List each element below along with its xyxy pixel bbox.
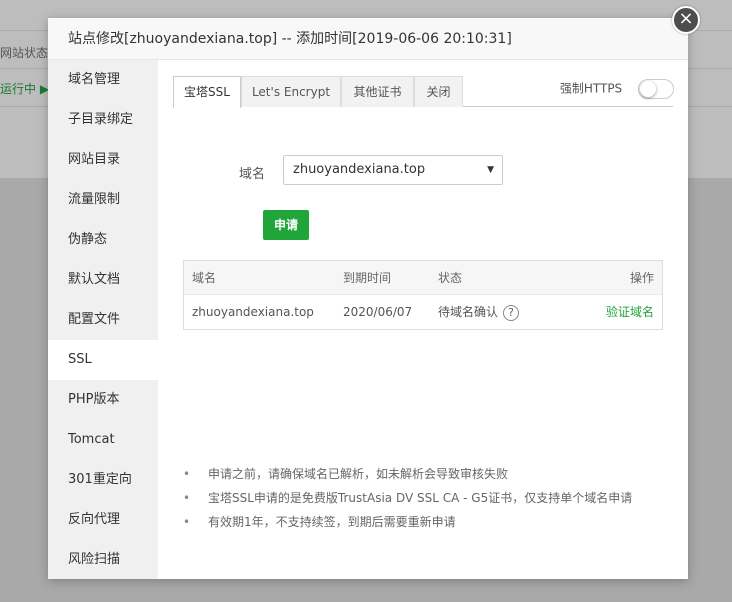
help-icon[interactable]: ? <box>503 304 520 321</box>
apply-button[interactable]: 申请 <box>263 210 309 240</box>
row-domain: zhuoyandexiana.top <box>192 305 314 319</box>
row-status: 待域名确认? <box>438 295 520 329</box>
domain-select[interactable]: zhuoyandexiana.top ▼ <box>283 155 503 185</box>
bullet-icon: • <box>183 491 191 505</box>
row-status-text: 待域名确认 <box>438 305 499 319</box>
bullet-icon: • <box>183 467 191 481</box>
tab-baota-ssl[interactable]: 宝塔SSL <box>173 76 241 108</box>
cert-table: 域名 到期时间 状态 操作 zhuoyandexiana.top 2020/06… <box>183 260 663 330</box>
list-item: • 宝塔SSL申请的是免费版TrustAsia DV SSL CA - G5证书，… <box>183 486 663 510</box>
chevron-down-icon: ▼ <box>487 165 494 175</box>
note-text: 宝塔SSL申请的是免费版TrustAsia DV SSL CA - G5证书，仅… <box>208 491 633 505</box>
sidebar-item-traffic-limit[interactable]: 流量限制 <box>48 180 158 220</box>
header-domain: 域名 <box>192 271 217 285</box>
note-text: 有效期1年，不支持续签，到期后需要重新申请 <box>208 515 456 529</box>
ssl-panel: 宝塔SSL Let's Encrypt 其他证书 关闭 强制HTTPS 域名 z… <box>158 60 688 579</box>
force-https-control: 强制HTTPS <box>560 77 674 99</box>
header-status: 状态 <box>438 271 463 285</box>
table-row: zhuoyandexiana.top 2020/06/07 待域名确认? 验证域… <box>184 295 662 329</box>
site-edit-dialog: 站点修改[zhuoyandexiana.top] -- 添加时间[2019-06… <box>48 18 688 579</box>
verify-domain-link[interactable]: 验证域名 <box>606 295 654 329</box>
sidebar-item-subdir[interactable]: 子目录绑定 <box>48 100 158 140</box>
domain-select-value: zhuoyandexiana.top <box>293 162 426 177</box>
tab-lets-encrypt[interactable]: Let's Encrypt <box>241 76 341 107</box>
domain-label: 域名 <box>239 167 266 182</box>
sidebar-item-ssl[interactable]: SSL <box>48 340 158 380</box>
bullet-icon: • <box>183 515 191 529</box>
sidebar-item-site-dir[interactable]: 网站目录 <box>48 140 158 180</box>
sidebar-item-reverse-proxy[interactable]: 反向代理 <box>48 500 158 540</box>
sidebar-item-rewrite[interactable]: 伪静态 <box>48 220 158 260</box>
table-header: 域名 到期时间 状态 操作 <box>184 261 662 295</box>
toggle-knob <box>640 80 656 97</box>
force-https-label: 强制HTTPS <box>559 81 623 96</box>
close-icon[interactable]: × <box>672 6 700 34</box>
force-https-toggle[interactable] <box>638 78 674 99</box>
dialog-title: 站点修改[zhuoyandexiana.top] -- 添加时间[2019-06… <box>48 18 688 60</box>
sidebar-item-tomcat[interactable]: Tomcat <box>48 420 158 460</box>
list-item: • 申请之前，请确保域名已解析，如未解析会导致审核失败 <box>183 462 663 486</box>
sidebar-item-php-version[interactable]: PHP版本 <box>48 380 158 420</box>
row-expire: 2020/06/07 <box>343 305 413 319</box>
sidebar-item-config-file[interactable]: 配置文件 <box>48 300 158 340</box>
sidebar-item-risk-scan[interactable]: 风险扫描 <box>48 540 158 580</box>
tab-close-ssl[interactable]: 关闭 <box>414 76 463 107</box>
sidebar-item-redirect[interactable]: 301重定向 <box>48 460 158 500</box>
dialog-sidebar: 域名管理 子目录绑定 网站目录 流量限制 伪静态 默认文档 配置文件 SSL P… <box>48 60 158 579</box>
note-text: 申请之前，请确保域名已解析，如未解析会导致审核失败 <box>208 467 509 481</box>
tab-other-cert[interactable]: 其他证书 <box>341 76 414 107</box>
list-item: • 有效期1年，不支持续签，到期后需要重新申请 <box>183 510 663 534</box>
header-action: 操作 <box>629 271 654 285</box>
ssl-notes: • 申请之前，请确保域名已解析，如未解析会导致审核失败 • 宝塔SSL申请的是免费版… <box>183 462 663 534</box>
sidebar-item-default-doc[interactable]: 默认文档 <box>48 260 158 300</box>
sidebar-item-domain[interactable]: 域名管理 <box>48 60 158 100</box>
header-expire: 到期时间 <box>343 271 392 285</box>
